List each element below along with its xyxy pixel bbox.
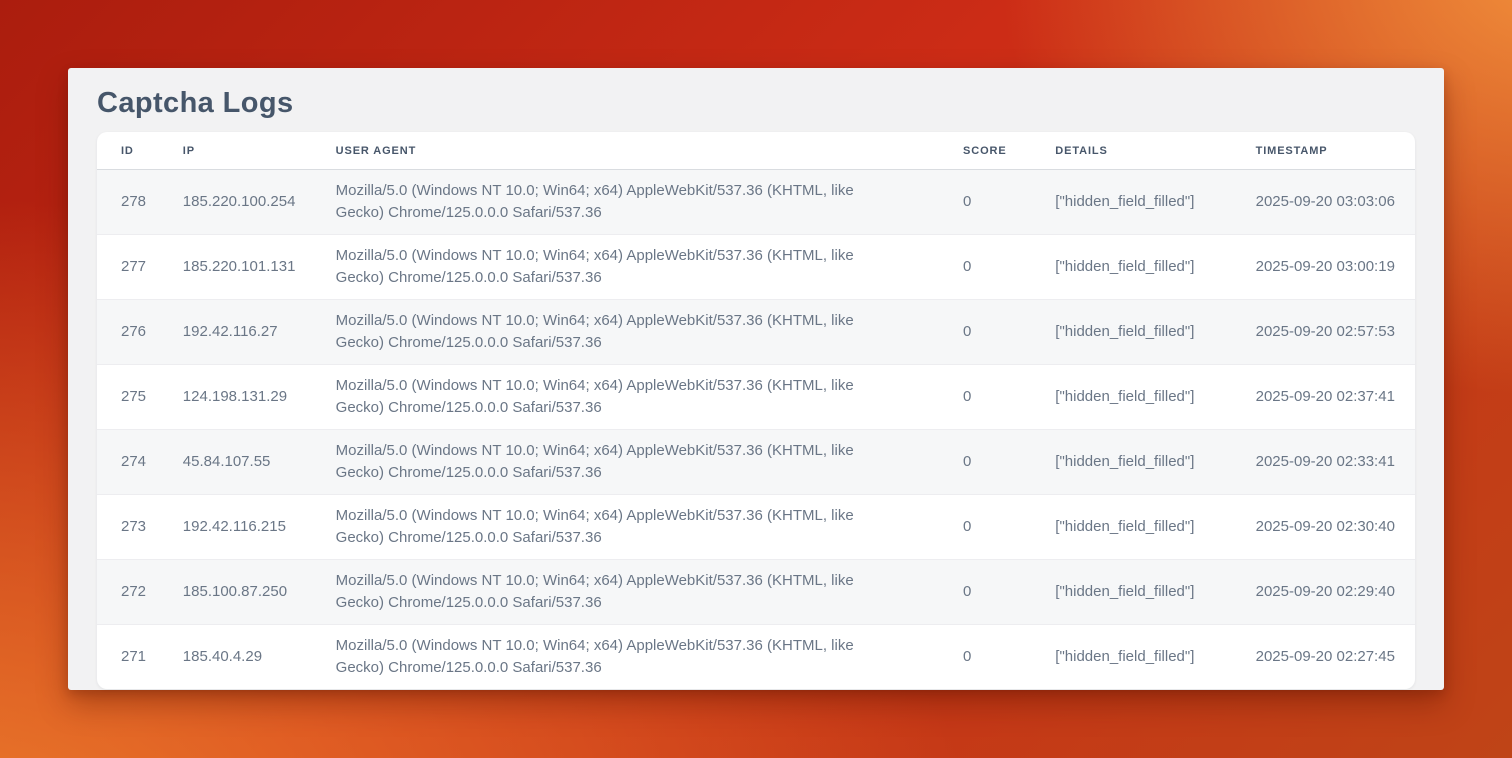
page-title: Captcha Logs — [97, 86, 1415, 120]
cell-timestamp: 2025-09-20 02:57:53 — [1244, 300, 1415, 365]
cell-user-agent: Mozilla/5.0 (Windows NT 10.0; Win64; x64… — [324, 365, 951, 430]
cell-timestamp: 2025-09-20 02:27:45 — [1244, 625, 1415, 690]
cell-ip: 192.42.116.215 — [171, 495, 324, 560]
cell-details: ["hidden_field_filled"] — [1043, 495, 1243, 560]
column-header-score: SCORE — [951, 132, 1043, 170]
column-header-id: ID — [97, 132, 171, 170]
logs-table-card: ID IP USER AGENT SCORE DETAILS TIMESTAMP… — [97, 132, 1415, 689]
cell-id: 275 — [97, 365, 171, 430]
cell-timestamp: 2025-09-20 02:29:40 — [1244, 560, 1415, 625]
cell-details: ["hidden_field_filled"] — [1043, 170, 1243, 235]
cell-user-agent: Mozilla/5.0 (Windows NT 10.0; Win64; x64… — [324, 560, 951, 625]
table-header-row: ID IP USER AGENT SCORE DETAILS TIMESTAMP — [97, 132, 1415, 170]
table-row: 278 185.220.100.254 Mozilla/5.0 (Windows… — [97, 170, 1415, 235]
cell-score: 0 — [951, 365, 1043, 430]
table-row: 277 185.220.101.131 Mozilla/5.0 (Windows… — [97, 235, 1415, 300]
captcha-logs-table: ID IP USER AGENT SCORE DETAILS TIMESTAMP… — [97, 132, 1415, 689]
cell-score: 0 — [951, 495, 1043, 560]
cell-id: 271 — [97, 625, 171, 690]
cell-details: ["hidden_field_filled"] — [1043, 430, 1243, 495]
cell-score: 0 — [951, 235, 1043, 300]
cell-user-agent: Mozilla/5.0 (Windows NT 10.0; Win64; x64… — [324, 300, 951, 365]
cell-id: 276 — [97, 300, 171, 365]
cell-details: ["hidden_field_filled"] — [1043, 560, 1243, 625]
cell-id: 274 — [97, 430, 171, 495]
cell-user-agent: Mozilla/5.0 (Windows NT 10.0; Win64; x64… — [324, 430, 951, 495]
cell-user-agent: Mozilla/5.0 (Windows NT 10.0; Win64; x64… — [324, 170, 951, 235]
cell-id: 277 — [97, 235, 171, 300]
cell-timestamp: 2025-09-20 03:00:19 — [1244, 235, 1415, 300]
cell-user-agent: Mozilla/5.0 (Windows NT 10.0; Win64; x64… — [324, 235, 951, 300]
cell-score: 0 — [951, 170, 1043, 235]
table-row: 274 45.84.107.55 Mozilla/5.0 (Windows NT… — [97, 430, 1415, 495]
cell-ip: 124.198.131.29 — [171, 365, 324, 430]
cell-score: 0 — [951, 560, 1043, 625]
cell-id: 273 — [97, 495, 171, 560]
cell-user-agent: Mozilla/5.0 (Windows NT 10.0; Win64; x64… — [324, 625, 951, 690]
cell-user-agent: Mozilla/5.0 (Windows NT 10.0; Win64; x64… — [324, 495, 951, 560]
table-row: 275 124.198.131.29 Mozilla/5.0 (Windows … — [97, 365, 1415, 430]
cell-ip: 185.220.101.131 — [171, 235, 324, 300]
cell-timestamp: 2025-09-20 02:37:41 — [1244, 365, 1415, 430]
column-header-ip: IP — [171, 132, 324, 170]
cell-id: 272 — [97, 560, 171, 625]
column-header-timestamp: TIMESTAMP — [1244, 132, 1415, 170]
cell-ip: 185.100.87.250 — [171, 560, 324, 625]
table-body: 278 185.220.100.254 Mozilla/5.0 (Windows… — [97, 170, 1415, 690]
column-header-details: DETAILS — [1043, 132, 1243, 170]
cell-details: ["hidden_field_filled"] — [1043, 625, 1243, 690]
table-row: 271 185.40.4.29 Mozilla/5.0 (Windows NT … — [97, 625, 1415, 690]
cell-id: 278 — [97, 170, 171, 235]
cell-ip: 185.220.100.254 — [171, 170, 324, 235]
cell-timestamp: 2025-09-20 03:03:06 — [1244, 170, 1415, 235]
column-header-user-agent: USER AGENT — [324, 132, 951, 170]
table-row: 276 192.42.116.27 Mozilla/5.0 (Windows N… — [97, 300, 1415, 365]
cell-details: ["hidden_field_filled"] — [1043, 235, 1243, 300]
cell-timestamp: 2025-09-20 02:30:40 — [1244, 495, 1415, 560]
cell-score: 0 — [951, 430, 1043, 495]
captcha-logs-panel: Captcha Logs ID IP USER AGENT SCORE — [68, 68, 1444, 690]
cell-ip: 192.42.116.27 — [171, 300, 324, 365]
cell-details: ["hidden_field_filled"] — [1043, 300, 1243, 365]
cell-score: 0 — [951, 300, 1043, 365]
cell-timestamp: 2025-09-20 02:33:41 — [1244, 430, 1415, 495]
table-row: 272 185.100.87.250 Mozilla/5.0 (Windows … — [97, 560, 1415, 625]
table-row: 273 192.42.116.215 Mozilla/5.0 (Windows … — [97, 495, 1415, 560]
cell-ip: 45.84.107.55 — [171, 430, 324, 495]
cell-details: ["hidden_field_filled"] — [1043, 365, 1243, 430]
cell-score: 0 — [951, 625, 1043, 690]
cell-ip: 185.40.4.29 — [171, 625, 324, 690]
